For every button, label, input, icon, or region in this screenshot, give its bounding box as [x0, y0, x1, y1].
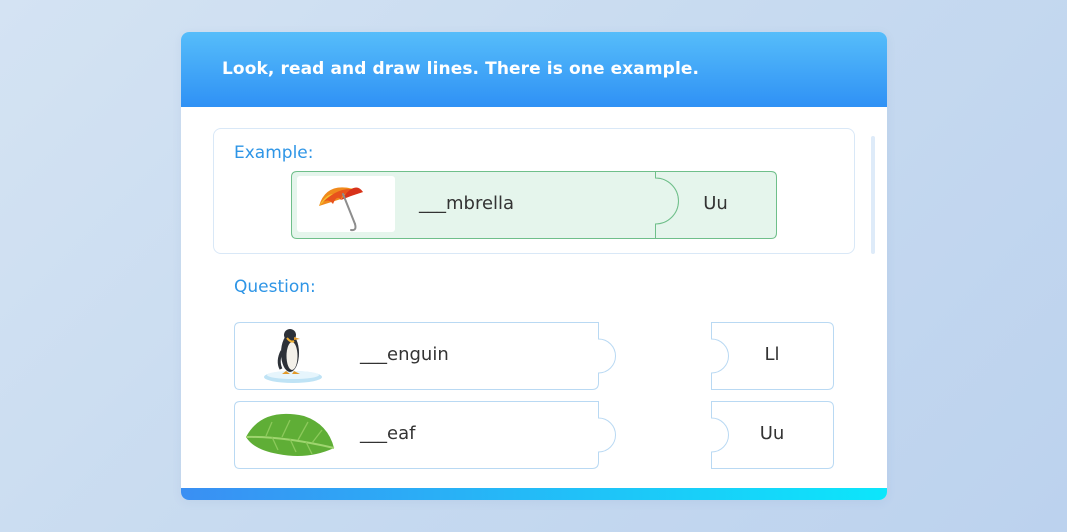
question-word: ___eaf: [360, 423, 416, 444]
question-word: ___enguin: [360, 344, 449, 365]
instruction-title: Look, read and draw lines. There is one …: [222, 59, 700, 79]
exercise-card: Look, read and draw lines. There is one …: [181, 32, 887, 500]
question-label: Question:: [234, 277, 316, 297]
question-letter-piece[interactable]: Uu: [710, 401, 834, 469]
scrollbar[interactable]: [871, 136, 875, 254]
question-letter-piece[interactable]: Ll: [710, 322, 834, 390]
example-letter-piece: Uu: [654, 171, 777, 239]
umbrella-icon: [297, 176, 395, 232]
question-word-piece[interactable]: ___eaf: [234, 401, 619, 469]
example-label: Example:: [234, 143, 314, 163]
question-letter: Ll: [764, 344, 780, 365]
example-letter: Uu: [703, 193, 728, 214]
example-word-piece: ___mbrella: [291, 171, 679, 239]
question-word-piece[interactable]: ___enguin: [234, 322, 619, 390]
card-footer-bar: [181, 488, 887, 500]
question-letter: Uu: [759, 423, 785, 444]
card-header: Look, read and draw lines. There is one …: [181, 32, 887, 107]
penguin-icon: [260, 325, 324, 387]
leaf-icon: [242, 410, 336, 460]
example-word: ___mbrella: [419, 193, 515, 214]
